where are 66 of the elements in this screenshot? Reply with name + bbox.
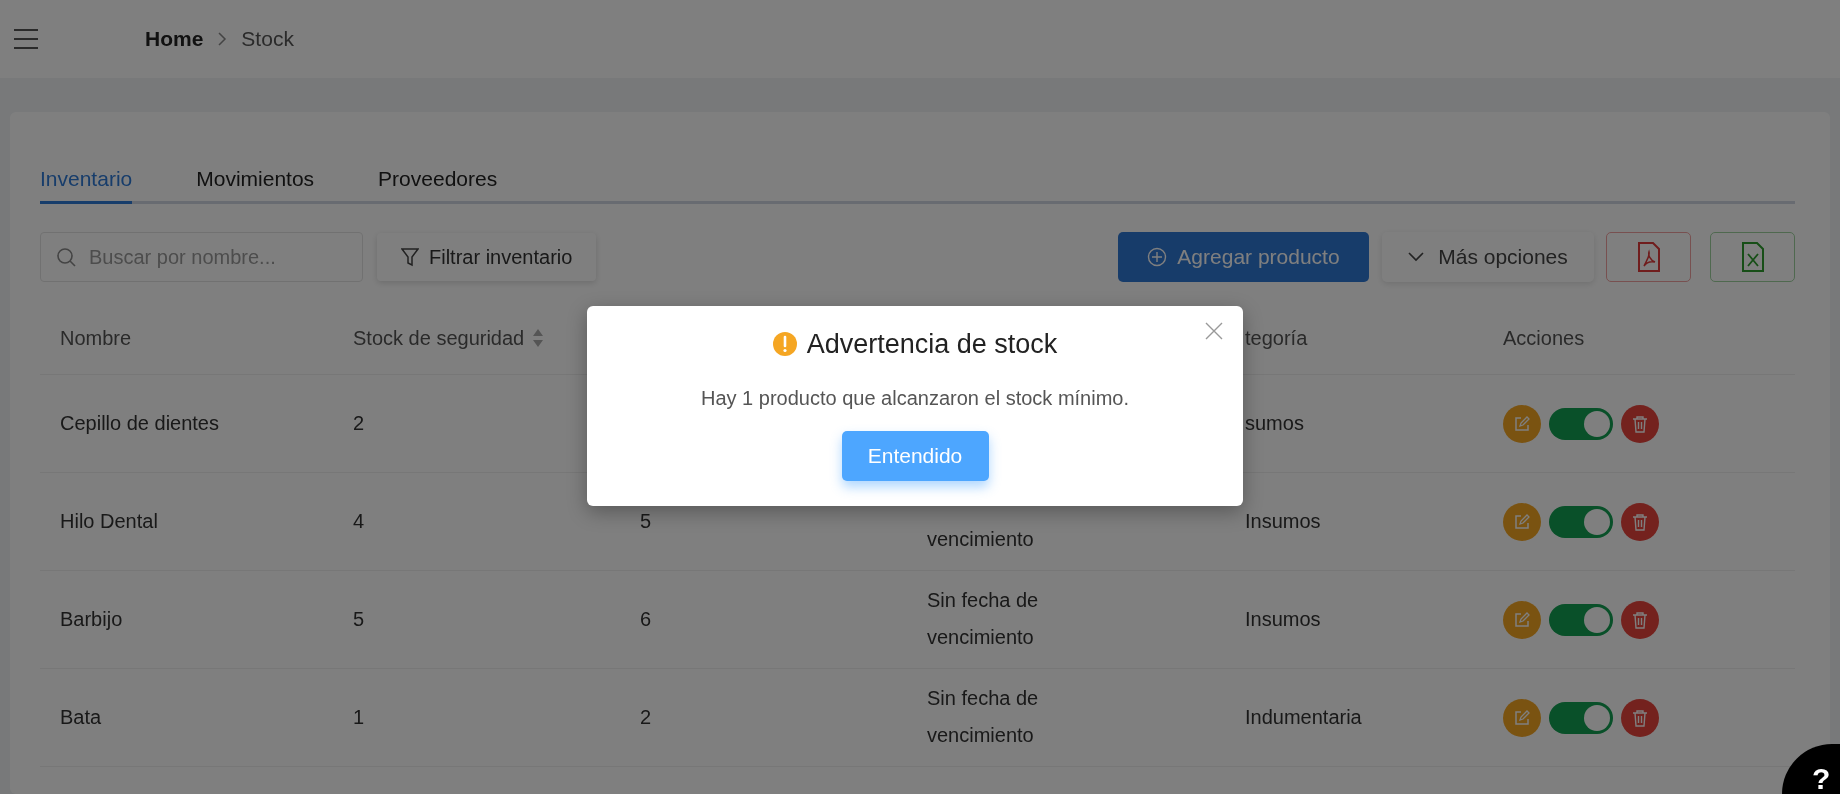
toggle-switch[interactable] bbox=[1549, 505, 1613, 538]
close-button[interactable] bbox=[1205, 322, 1223, 340]
edit-button[interactable] bbox=[1503, 698, 1541, 737]
edit-icon bbox=[1514, 415, 1530, 432]
delete-button[interactable] bbox=[1621, 502, 1659, 541]
edit-button[interactable] bbox=[1503, 600, 1541, 639]
table-cell-text: Hilo Dental bbox=[60, 509, 159, 534]
column-header[interactable]: Stock de seguridad bbox=[353, 323, 525, 353]
table-cell-text: 2 bbox=[353, 411, 366, 436]
menu-icon[interactable] bbox=[13, 28, 39, 50]
trash-icon bbox=[1632, 414, 1648, 433]
edit-icon bbox=[1514, 709, 1530, 726]
pdf-file-icon bbox=[1636, 242, 1661, 272]
dialog-message: Hay 1 producto que alcanzaron el stock mínimo. bbox=[701, 385, 1129, 411]
table-cell-text: 4 bbox=[353, 509, 366, 534]
table-cell-text: 6 bbox=[640, 607, 653, 632]
close-icon bbox=[1205, 322, 1223, 340]
delete-button[interactable] bbox=[1621, 698, 1659, 737]
table-cell-text: Cepillo de dientes bbox=[60, 411, 220, 436]
dialog-title: Advertencia de stock bbox=[806, 328, 1058, 361]
breadcrumb-link[interactable]: Home bbox=[145, 23, 204, 55]
filter-icon bbox=[401, 247, 419, 267]
trash-icon bbox=[1632, 512, 1648, 531]
column-header: Nombre bbox=[60, 326, 132, 351]
export-excel-button[interactable] bbox=[1710, 232, 1795, 282]
chevron-down-icon bbox=[1408, 252, 1425, 262]
edit-button[interactable] bbox=[1503, 502, 1541, 541]
more-options-button[interactable]: Más opciones bbox=[1382, 232, 1594, 282]
table-cell-text: 5 bbox=[640, 509, 653, 534]
edit-icon bbox=[1514, 611, 1530, 628]
table-cell-text: Barbijo bbox=[60, 607, 124, 632]
tab[interactable]: Proveedores bbox=[378, 156, 498, 204]
table-cell-text: 1 bbox=[353, 705, 366, 730]
edit-icon bbox=[1514, 513, 1530, 530]
toggle-switch[interactable] bbox=[1549, 407, 1613, 440]
sort-icon[interactable] bbox=[532, 328, 545, 348]
tab[interactable]: Inventario bbox=[40, 156, 133, 204]
table-cell-text: Sin fecha de vencimiento bbox=[927, 686, 1040, 748]
trash-icon bbox=[1632, 708, 1648, 727]
plus-circle-icon bbox=[1147, 247, 1168, 267]
toggle-switch[interactable] bbox=[1549, 603, 1613, 636]
chevron-right-icon bbox=[217, 31, 228, 47]
filter-button[interactable]: Filtrar inventario bbox=[377, 233, 597, 281]
column-header: tegoría bbox=[1245, 326, 1308, 351]
table-cell-text: Insumos bbox=[1245, 607, 1322, 632]
delete-button[interactable] bbox=[1621, 600, 1659, 639]
export-pdf-button[interactable] bbox=[1606, 232, 1691, 282]
table-cell-text: Sin fecha de vencimiento bbox=[927, 588, 1040, 650]
understood-button[interactable]: Entendido bbox=[841, 430, 989, 481]
column-header: Acciones bbox=[1503, 326, 1585, 351]
table-cell-text: Insumos bbox=[1245, 509, 1322, 534]
table-cell-text: Bata bbox=[60, 705, 103, 730]
table-cell-text: sumos bbox=[1245, 411, 1305, 436]
edit-button[interactable] bbox=[1503, 404, 1541, 443]
table-cell-text: 2 bbox=[640, 705, 653, 730]
trash-icon bbox=[1632, 610, 1648, 629]
search-icon bbox=[56, 247, 76, 267]
table-cell-text: Indumentaria bbox=[1245, 705, 1363, 730]
add-product-button[interactable]: Agregar producto bbox=[1118, 232, 1369, 282]
delete-button[interactable] bbox=[1621, 404, 1659, 443]
warning-icon bbox=[772, 332, 797, 357]
tab[interactable]: Movimientos bbox=[196, 156, 315, 204]
toggle-switch[interactable] bbox=[1549, 701, 1613, 734]
table-cell-text: vencimiento bbox=[927, 527, 1035, 552]
table-cell-text: 5 bbox=[353, 607, 366, 632]
excel-file-icon bbox=[1740, 242, 1765, 272]
